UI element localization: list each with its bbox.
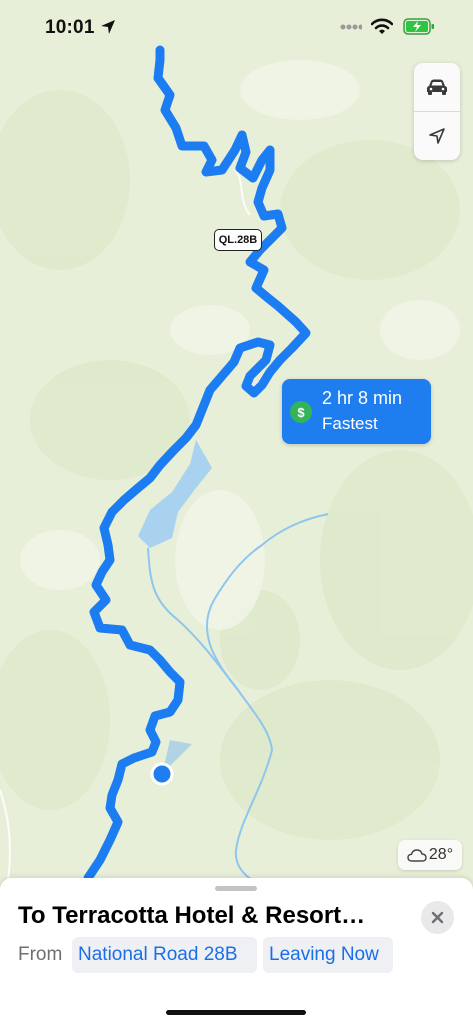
cloud-icon xyxy=(407,849,427,862)
current-location-dot xyxy=(150,762,174,786)
location-arrow-icon xyxy=(429,128,445,144)
departure-time-button[interactable]: Leaving Now xyxy=(263,937,393,973)
sheet-grabber[interactable] xyxy=(215,886,257,891)
transport-mode-button[interactable] xyxy=(414,63,460,111)
destination-title: To Terracotta Hotel & Resort… xyxy=(18,902,366,929)
status-time: 10:01 xyxy=(45,17,95,38)
dollar-icon: $ xyxy=(290,401,312,423)
from-label: From xyxy=(18,944,63,965)
weather-badge: 28° xyxy=(398,840,462,870)
close-icon xyxy=(431,911,444,924)
cellular-signal-icon xyxy=(340,24,362,30)
home-indicator[interactable] xyxy=(166,1010,306,1015)
car-icon xyxy=(427,79,447,95)
route-callout[interactable]: $ 2 hr 8 min Fastest xyxy=(282,379,431,444)
tracking-button[interactable] xyxy=(414,112,460,160)
road-shield: QL.28B xyxy=(214,229,262,251)
map-controls xyxy=(414,63,460,160)
origin-button[interactable]: National Road 28B xyxy=(72,937,257,973)
route-label: Fastest xyxy=(322,414,378,433)
location-arrow-icon xyxy=(101,20,115,34)
wifi-icon xyxy=(371,18,393,34)
status-bar: 10:01 xyxy=(0,0,473,52)
temperature: 28° xyxy=(428,846,454,863)
directions-sheet: To Terracotta Hotel & Resort… From Natio… xyxy=(0,878,473,1023)
close-button[interactable] xyxy=(421,901,454,934)
battery-charging-icon xyxy=(403,18,434,35)
route-duration: 2 hr 8 min xyxy=(322,388,403,408)
